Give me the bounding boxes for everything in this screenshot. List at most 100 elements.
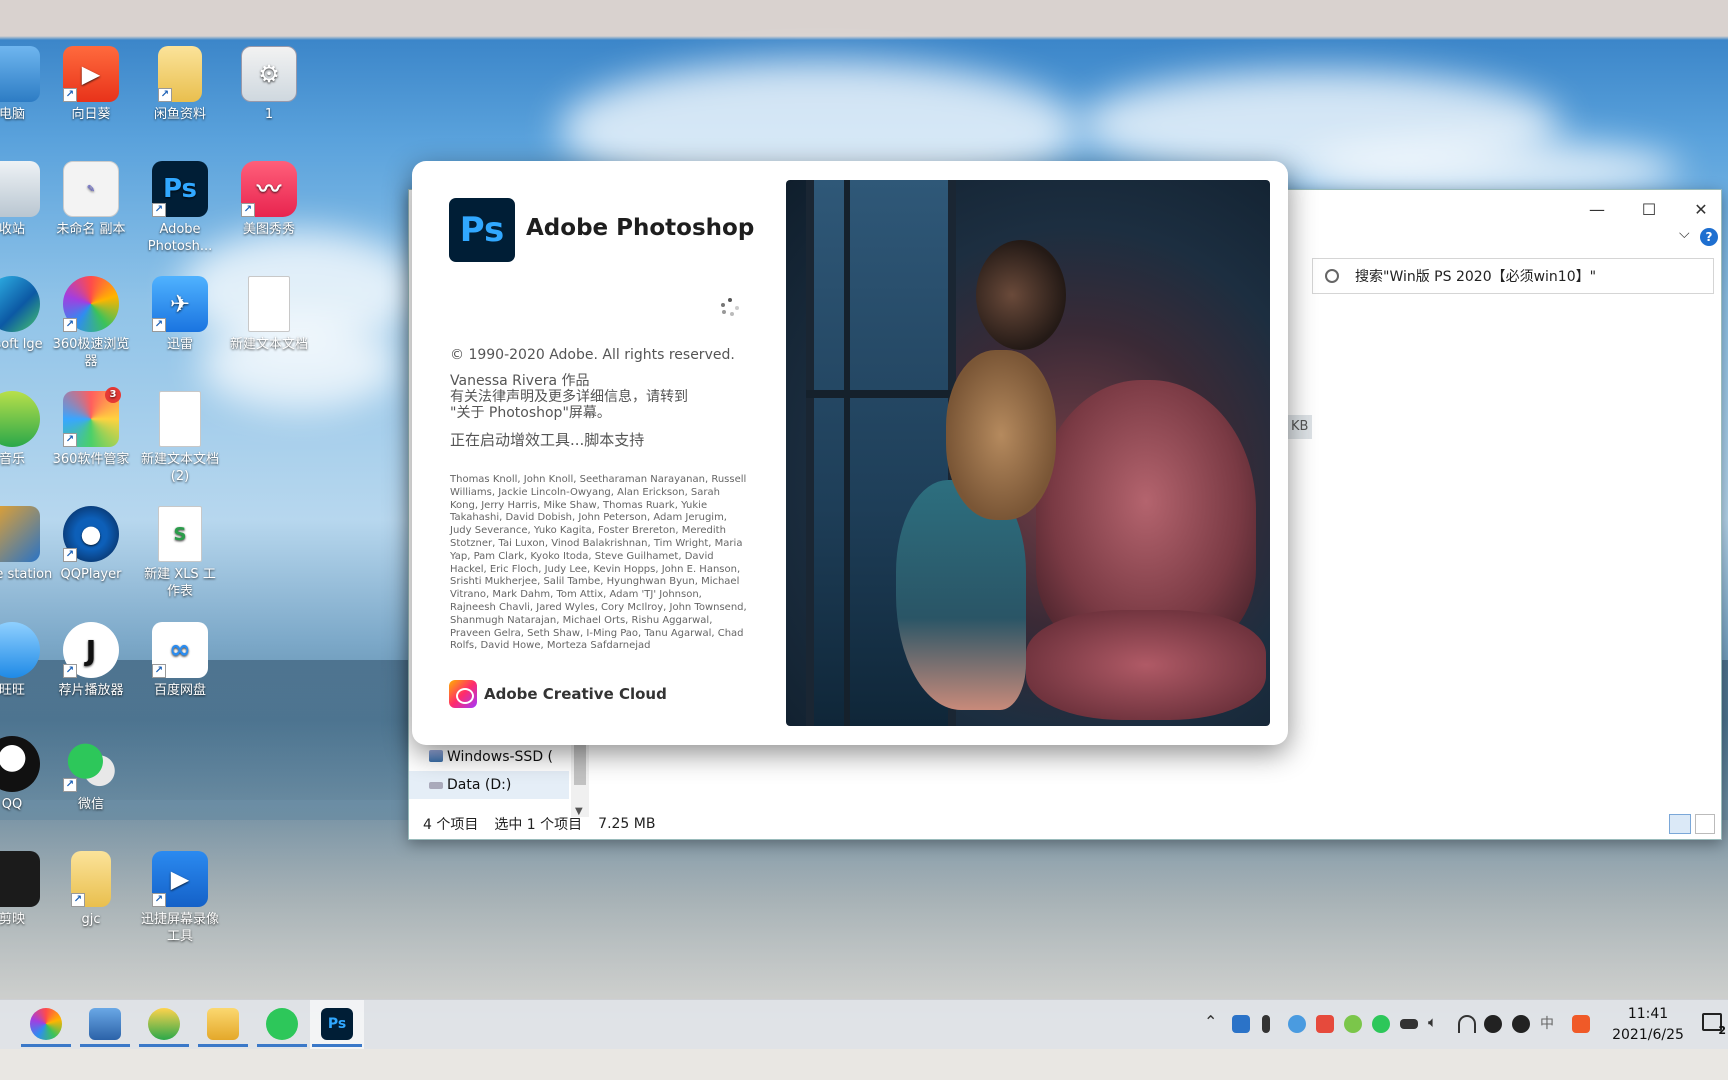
folder-icon: ↗ <box>158 46 202 102</box>
taskbar-clock[interactable]: 11:41 2021/6/25 <box>1600 1004 1696 1046</box>
desktop-icon-untitled-copy[interactable]: ✎ 未命名 副本 <box>49 161 133 238</box>
wangwang-icon <box>0 622 40 678</box>
nav-pane: Windows-SSD ( Data (D:) ▼ <box>409 743 589 817</box>
details-view-icon[interactable] <box>1669 814 1691 834</box>
loading-spinner-icon <box>720 298 740 318</box>
spreadsheet-file-icon: S <box>158 506 202 562</box>
tray-qq-icon[interactable] <box>1484 1015 1502 1033</box>
drive-icon <box>429 750 443 762</box>
help-icon[interactable]: ? <box>1700 228 1718 246</box>
notification-badge: 3 <box>105 387 121 403</box>
tray-ime-indicator[interactable]: 中 <box>1540 1013 1554 1033</box>
taskbar-wechat-icon[interactable] <box>266 1008 298 1040</box>
clock-date: 2021/6/25 <box>1612 1027 1684 1043</box>
taskbar-running-indicator <box>312 1044 362 1047</box>
desktop-icon-new-text[interactable]: 新建文本文档 <box>227 276 311 353</box>
tray-wifi-icon[interactable] <box>1458 1015 1476 1033</box>
taskbar-network-tool-icon[interactable] <box>89 1008 121 1040</box>
item-count: 4 个项目 <box>423 817 479 833</box>
nav-item-windows-ssd[interactable]: Windows-SSD ( <box>409 743 569 771</box>
desktop-icon-screen-recorder[interactable]: ▶ ↗ 迅捷屏幕录像工具 <box>138 851 222 945</box>
creative-cloud-label: Adobe Creative Cloud <box>484 685 667 703</box>
taskbar-running-indicator <box>21 1044 71 1047</box>
desktop-icon-gjc-folder[interactable]: ↗ gjc <box>49 851 133 928</box>
desktop-icon-edge[interactable]: rosoft lge <box>0 276 54 353</box>
minimize-button[interactable]: — <box>1571 194 1623 224</box>
wechat-icon: ↗ <box>63 736 119 792</box>
tray-microphone-icon[interactable] <box>1262 1015 1270 1033</box>
taskbar-360-browser-icon[interactable] <box>30 1008 62 1040</box>
maximize-button[interactable]: ☐ <box>1623 194 1675 224</box>
desktop-icon-computer[interactable]: 电脑 <box>0 46 54 123</box>
creative-cloud-icon <box>449 680 477 708</box>
taskbar-running-indicator <box>80 1044 130 1047</box>
tray-overflow-chevron-icon[interactable]: ⌃ <box>1204 1012 1217 1031</box>
selected-count: 选中 1 个项目 <box>494 817 583 833</box>
taskbar-running-indicator <box>139 1044 189 1047</box>
desktop-icon-new-text-2[interactable]: 新建文本文档 (2) <box>138 391 222 485</box>
desktop-icon-xunlei[interactable]: ✈ ↗ 迅雷 <box>138 276 222 353</box>
desktop-icon-baidu-netdisk[interactable]: ∞ ↗ 百度网盘 <box>138 622 222 699</box>
desktop-icon-photoshop[interactable]: Ps ↗ Adobe Photosh... <box>138 161 222 255</box>
desktop-icon-sunflower[interactable]: ▶ ↗ 向日葵 <box>49 46 133 123</box>
desktop-icon-360-browser[interactable]: ↗ 360极速浏览器 <box>49 276 133 370</box>
desktop-icon-wangwang[interactable]: 旺旺 <box>0 622 54 699</box>
ribbon-expand-chevron-icon[interactable]: ⌵ <box>1679 226 1690 242</box>
desktop-icon-xianyu-folder[interactable]: ↗ 闲鱼资料 <box>138 46 222 123</box>
taskbar-running-indicator <box>257 1044 307 1047</box>
baidu-netdisk-icon: ∞ ↗ <box>152 622 208 678</box>
xunlei-icon: ✈ ↗ <box>152 276 208 332</box>
screen-recorder-icon: ▶ ↗ <box>152 851 208 907</box>
nav-scrollbar[interactable]: ▼ <box>571 743 589 817</box>
taskbar-running-indicator <box>198 1044 248 1047</box>
tray-battery-icon[interactable] <box>1400 1019 1418 1029</box>
desktop-icon-1[interactable]: ⚙ 1 <box>227 46 311 123</box>
taskbar-photoshop-icon[interactable]: Ps <box>321 1008 353 1040</box>
desktop-icon-meitu[interactable]: 〰 ↗ 美图秀秀 <box>227 161 311 238</box>
edge-icon <box>0 276 40 332</box>
desktop-icon-music[interactable]: 音乐 <box>0 391 54 468</box>
desktop-icon-jianying[interactable]: 剪映 <box>0 851 54 928</box>
desktop-icon-qq[interactable]: QQ <box>0 736 54 813</box>
tray-sogou-icon[interactable] <box>1572 1015 1590 1033</box>
file-size-cell: KB <box>1287 415 1313 439</box>
tray-wps-icon[interactable] <box>1316 1015 1334 1033</box>
scrollbar-thumb[interactable] <box>574 745 586 785</box>
desktop-icon-jianpian[interactable]: J ↗ 荐片播放器 <box>49 622 133 699</box>
desktop-icon-recycle-bin[interactable]: 收站 <box>0 161 54 238</box>
tray-globe-icon[interactable] <box>1288 1015 1306 1033</box>
jianpian-icon: J ↗ <box>63 622 119 678</box>
taskbar: Ps ⌃ 🔈︎ 中 11:41 2021/6/25 2 <box>0 999 1728 1050</box>
taskbar-file-explorer-icon[interactable] <box>207 1008 239 1040</box>
tray-qq-icon[interactable] <box>1512 1015 1530 1033</box>
photoshop-logo: Ps <box>449 198 515 262</box>
close-button[interactable]: ✕ <box>1675 194 1727 224</box>
photoshop-splash-screen: Ps Adobe Photoshop © 1990-2020 Adobe. Al… <box>412 161 1288 745</box>
copyright-text: © 1990-2020 Adobe. All rights reserved. <box>450 347 735 363</box>
sunflower-icon: ▶ ↗ <box>63 46 119 102</box>
desktop-icon-qqplayer[interactable]: ● ↗ QQPlayer <box>49 506 133 583</box>
notification-center-icon[interactable]: 2 <box>1702 1013 1726 1037</box>
desktop-icon-wechat[interactable]: ↗ 微信 <box>49 736 133 813</box>
taskbar-music-icon[interactable] <box>148 1008 180 1040</box>
tray-wechat-icon[interactable] <box>1372 1015 1390 1033</box>
jianying-icon <box>0 851 40 907</box>
vmware-icon <box>0 506 40 562</box>
qqplayer-icon: ● ↗ <box>63 506 119 562</box>
tray-blue-app-icon[interactable] <box>1232 1015 1250 1033</box>
360-browser-icon: ↗ <box>63 276 119 332</box>
desktop-icon-vmware[interactable]: ware station <box>0 506 54 583</box>
recycle-bin-icon <box>0 161 40 217</box>
desktop-icon-new-xls[interactable]: S 新建 XLS 工作表 <box>138 506 222 600</box>
tray-music-icon[interactable] <box>1344 1015 1362 1033</box>
search-placeholder: 搜索"Win版 PS 2020【必须win10】" <box>1355 269 1597 285</box>
nav-item-data-d[interactable]: Data (D:) <box>409 771 569 799</box>
drive-icon <box>429 782 443 789</box>
desktop-icon-360-software[interactable]: 3 ↗ 360软件管家 <box>49 387 133 468</box>
large-icons-view-icon[interactable] <box>1695 814 1715 834</box>
music-icon <box>0 391 40 447</box>
video-file-icon: ⚙ <box>241 46 297 102</box>
clock-time: 11:41 <box>1627 1006 1669 1022</box>
tray-volume-icon[interactable]: 🔈︎ <box>1428 1013 1437 1031</box>
search-input[interactable]: 搜索"Win版 PS 2020【必须win10】" <box>1312 258 1714 294</box>
